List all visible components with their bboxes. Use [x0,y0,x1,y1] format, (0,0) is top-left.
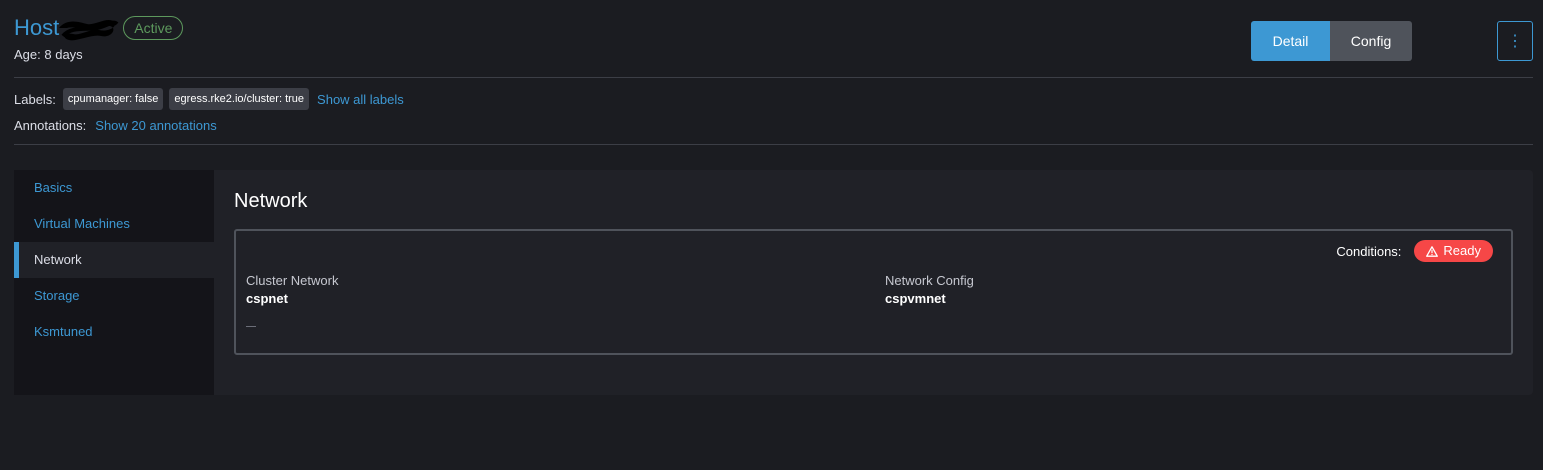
redacted-scribble [57,14,119,42]
side-nav-item-basics[interactable]: Basics [14,170,214,206]
side-nav-item-ksmtuned[interactable]: Ksmtuned [14,314,214,350]
age-row: Age: 8 days [14,47,83,62]
side-nav-item-virtual-machines[interactable]: Virtual Machines [14,206,214,242]
age-value: 8 days [44,47,83,62]
view-toggle-group: Detail Config [1251,21,1412,61]
label-tag: egress.rke2.io/cluster: true [169,88,310,110]
config-button[interactable]: Config [1330,21,1412,61]
status-badge: Active [123,16,184,40]
network-config-field: Network Config cspvmnet [885,272,974,308]
more-actions-button[interactable]: ⋮ [1497,21,1533,61]
conditions: Conditions: Ready [1336,240,1493,262]
meta-divider [14,144,1533,145]
show-all-labels-link[interactable]: Show all labels [317,92,404,107]
side-nav: Basics Virtual Machines Network Storage … [14,170,214,395]
labels-label: Labels: [14,91,56,107]
condition-status: Ready [1443,243,1481,258]
warning-icon [1426,245,1439,257]
show-annotations-link[interactable]: Show 20 annotations [95,118,216,133]
side-nav-item-network[interactable]: Network [14,242,214,278]
empty-dash [246,326,256,327]
condition-badge[interactable]: Ready [1414,240,1493,262]
network-config-value: cspvmnet [885,291,946,306]
side-nav-item-storage[interactable]: Storage [14,278,214,314]
page-title[interactable]: Host [14,14,59,42]
label-tag: cpumanager: false [62,88,164,110]
age-label: Age: [14,47,41,62]
page-header: Host Active Age: 8 days Detail Config ⋮ [14,14,1533,70]
conditions-label: Conditions: [1336,243,1402,259]
detail-panel: Basics Virtual Machines Network Storage … [14,170,1533,395]
annotations-label: Annotations: [14,118,87,133]
section-title: Network [234,190,308,212]
network-card: Conditions: Ready Cluster Network cspnet… [234,229,1513,355]
network-config-label: Network Config [885,273,974,288]
labels-row: Labels: cpumanager: false egress.rke2.io… [14,88,404,110]
annotations-row: Annotations: Show 20 annotations [14,118,217,133]
cluster-network-field: Cluster Network cspnet [246,272,338,308]
header-divider [14,77,1533,78]
detail-button[interactable]: Detail [1251,21,1330,61]
kebab-menu-icon: ⋮ [1507,33,1523,50]
title-row: Host Active [14,14,184,42]
cluster-network-value: cspnet [246,291,288,306]
cluster-network-label: Cluster Network [246,273,339,288]
